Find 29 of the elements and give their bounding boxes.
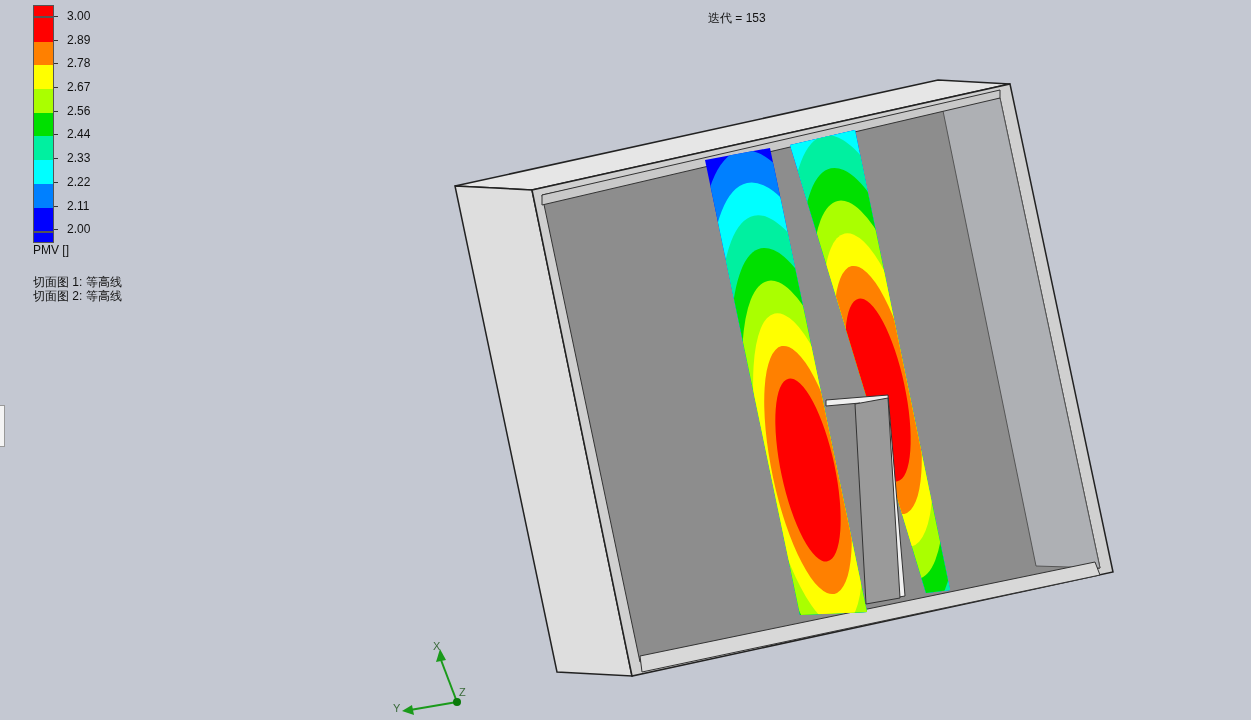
legend-value: 2.44 (67, 127, 91, 143)
legend-value: 2.33 (67, 151, 91, 167)
y-axis-label: Y (393, 702, 401, 714)
section-plot-label: 切面图 2: 等高线 (33, 289, 122, 304)
tick-mark (54, 229, 58, 231)
panel-handle[interactable] (0, 405, 5, 447)
legend-value: 2.67 (67, 80, 91, 96)
tick-mark (54, 158, 58, 160)
tick-mark (54, 87, 58, 89)
legend-value: 2.78 (67, 56, 91, 72)
z-axis-label: Z (459, 686, 466, 698)
legend-title: PMV [] (33, 243, 70, 258)
legend-value: 3.00 (67, 9, 91, 24)
legend-value: 2.22 (67, 174, 91, 190)
tick-mark (54, 134, 58, 136)
tick-mark (54, 16, 58, 17)
tick-mark (54, 110, 58, 112)
legend-value: 2.56 (67, 103, 91, 119)
legend-value: 2.11 (67, 198, 90, 214)
tick-mark (54, 39, 58, 41)
iteration-label: 迭代 = 153 (708, 10, 766, 27)
legend-value: 2.89 (67, 32, 91, 48)
tick-mark (54, 63, 58, 65)
tick-mark (54, 181, 58, 183)
legend-value: 2.00 (67, 222, 91, 238)
section-plot-label: 切面图 1: 等高线 (33, 275, 122, 290)
x-axis-label: X (433, 640, 441, 652)
tick-mark (54, 205, 58, 207)
axis-triad-drawing (402, 649, 461, 715)
